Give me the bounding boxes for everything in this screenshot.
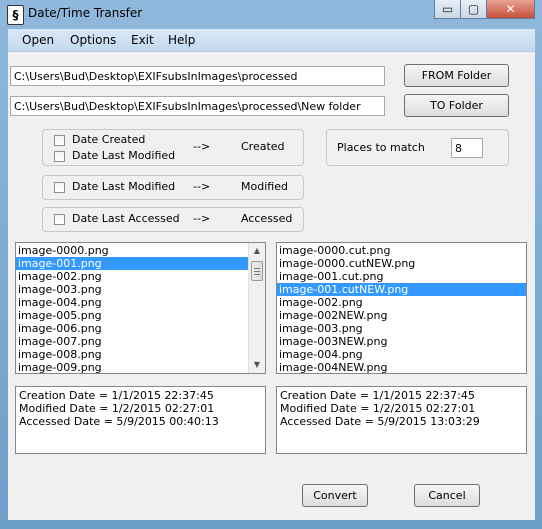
from-path-field[interactable]: C:\Users\Bud\Desktop\EXIFsubsInImages\pr… xyxy=(10,66,385,86)
list-item[interactable]: image-001.cutNEW.png xyxy=(277,283,526,296)
to-modified-date: Modified Date = 1/2/2015 02:27:01 xyxy=(280,402,476,415)
accessed-arrow: --> xyxy=(193,212,211,225)
list-item[interactable]: image-004NEW.png xyxy=(277,361,526,373)
from-modified-date: Modified Date = 1/2/2015 02:27:01 xyxy=(19,402,215,415)
main-panel: C:\Users\Bud\Desktop\EXIFsubsInImages\pr… xyxy=(8,52,535,520)
list-item[interactable]: image-003.png xyxy=(16,283,248,296)
list-item[interactable]: image-0000.cutNEW.png xyxy=(277,257,526,270)
from-list-scroll-thumb[interactable] xyxy=(251,261,263,281)
list-item[interactable]: image-005.png xyxy=(16,309,248,322)
minimize-button[interactable]: ▭ xyxy=(434,0,461,19)
menu-help[interactable]: Help xyxy=(168,33,195,47)
to-folder-button[interactable]: TO Folder xyxy=(404,94,509,117)
list-item[interactable]: image-009.png xyxy=(16,361,248,373)
from-file-list[interactable]: image-0000.png image-001.png image-002.png… xyxy=(15,242,266,374)
window-title: Date/Time Transfer xyxy=(28,6,143,20)
list-item[interactable]: image-001.cut.png xyxy=(277,270,526,283)
list-item[interactable]: image-0000.cut.png xyxy=(277,244,526,257)
from-file-info: Creation Date = 1/1/2015 22:37:45 Modifi… xyxy=(15,386,266,454)
created-target-label: Created xyxy=(241,140,285,153)
date-created-label: Date Created xyxy=(72,133,146,146)
menu-bar: Open Options Exit Help xyxy=(8,29,535,52)
convert-button[interactable]: Convert xyxy=(302,484,368,507)
created-group: Date Created Date Last Modified --> Crea… xyxy=(42,129,304,166)
list-item[interactable]: image-006.png xyxy=(16,322,248,335)
list-item[interactable]: image-008.png xyxy=(16,348,248,361)
menu-options[interactable]: Options xyxy=(70,33,116,47)
date-last-modified-created-label: Date Last Modified xyxy=(72,149,176,162)
scroll-down-arrow-icon[interactable]: ▼ xyxy=(249,357,265,373)
client-area: Open Options Exit Help C:\Users\Bud\Desk… xyxy=(8,29,535,520)
modified-group: Date Last Modified --> Modified xyxy=(42,175,304,200)
menu-open[interactable]: Open xyxy=(22,33,54,47)
modified-arrow: --> xyxy=(193,180,211,193)
maximize-button[interactable]: ▢ xyxy=(460,0,487,19)
list-item[interactable]: image-001.png xyxy=(16,257,248,270)
list-item[interactable]: image-003.png xyxy=(277,322,526,335)
places-to-match-input[interactable]: 8 xyxy=(451,138,483,158)
places-to-match-label: Places to match xyxy=(337,141,425,154)
date-last-modified-label: Date Last Modified xyxy=(72,180,176,193)
to-file-info: Creation Date = 1/1/2015 22:37:45 Modifi… xyxy=(276,386,527,454)
from-creation-date: Creation Date = 1/1/2015 22:37:45 xyxy=(19,389,214,402)
created-arrow: --> xyxy=(193,140,211,153)
list-item[interactable]: image-003NEW.png xyxy=(277,335,526,348)
date-last-modified-created-checkbox[interactable] xyxy=(54,151,65,162)
date-last-modified-checkbox[interactable] xyxy=(54,182,65,193)
modified-target-label: Modified xyxy=(241,180,288,193)
list-item[interactable]: image-002.png xyxy=(16,270,248,283)
to-accessed-date: Accessed Date = 5/9/2015 13:03:29 xyxy=(280,415,480,428)
accessed-target-label: Accessed xyxy=(241,212,293,225)
list-item[interactable]: image-004.png xyxy=(277,348,526,361)
app-window: § Date/Time Transfer ▭ ▢ ✕ Open Options … xyxy=(0,0,542,529)
accessed-group: Date Last Accessed --> Accessed xyxy=(42,207,304,232)
app-icon: § xyxy=(7,5,24,25)
list-item[interactable]: image-007.png xyxy=(16,335,248,348)
places-to-match-group: Places to match 8 xyxy=(326,129,509,166)
from-accessed-date: Accessed Date = 5/9/2015 00:40:13 xyxy=(19,415,219,428)
title-bar[interactable]: § Date/Time Transfer ▭ ▢ ✕ xyxy=(0,0,542,28)
date-created-checkbox[interactable] xyxy=(54,135,65,146)
to-path-field[interactable]: C:\Users\Bud\Desktop\EXIFsubsInImages\pr… xyxy=(10,96,385,116)
cancel-button[interactable]: Cancel xyxy=(414,484,480,507)
list-item[interactable]: image-0000.png xyxy=(16,244,248,257)
from-list-scrollbar[interactable]: ▲ ▼ xyxy=(248,243,265,373)
date-last-accessed-label: Date Last Accessed xyxy=(72,212,180,225)
list-item[interactable]: image-002NEW.png xyxy=(277,309,526,322)
close-button[interactable]: ✕ xyxy=(486,0,535,19)
scroll-up-arrow-icon[interactable]: ▲ xyxy=(249,243,265,259)
from-folder-button[interactable]: FROM Folder xyxy=(404,64,509,87)
menu-exit[interactable]: Exit xyxy=(131,33,154,47)
list-item[interactable]: image-002.png xyxy=(277,296,526,309)
list-item[interactable]: image-004.png xyxy=(16,296,248,309)
date-last-accessed-checkbox[interactable] xyxy=(54,214,65,225)
to-creation-date: Creation Date = 1/1/2015 22:37:45 xyxy=(280,389,475,402)
to-file-list[interactable]: image-0000.cut.png image-0000.cutNEW.png i… xyxy=(276,242,527,374)
